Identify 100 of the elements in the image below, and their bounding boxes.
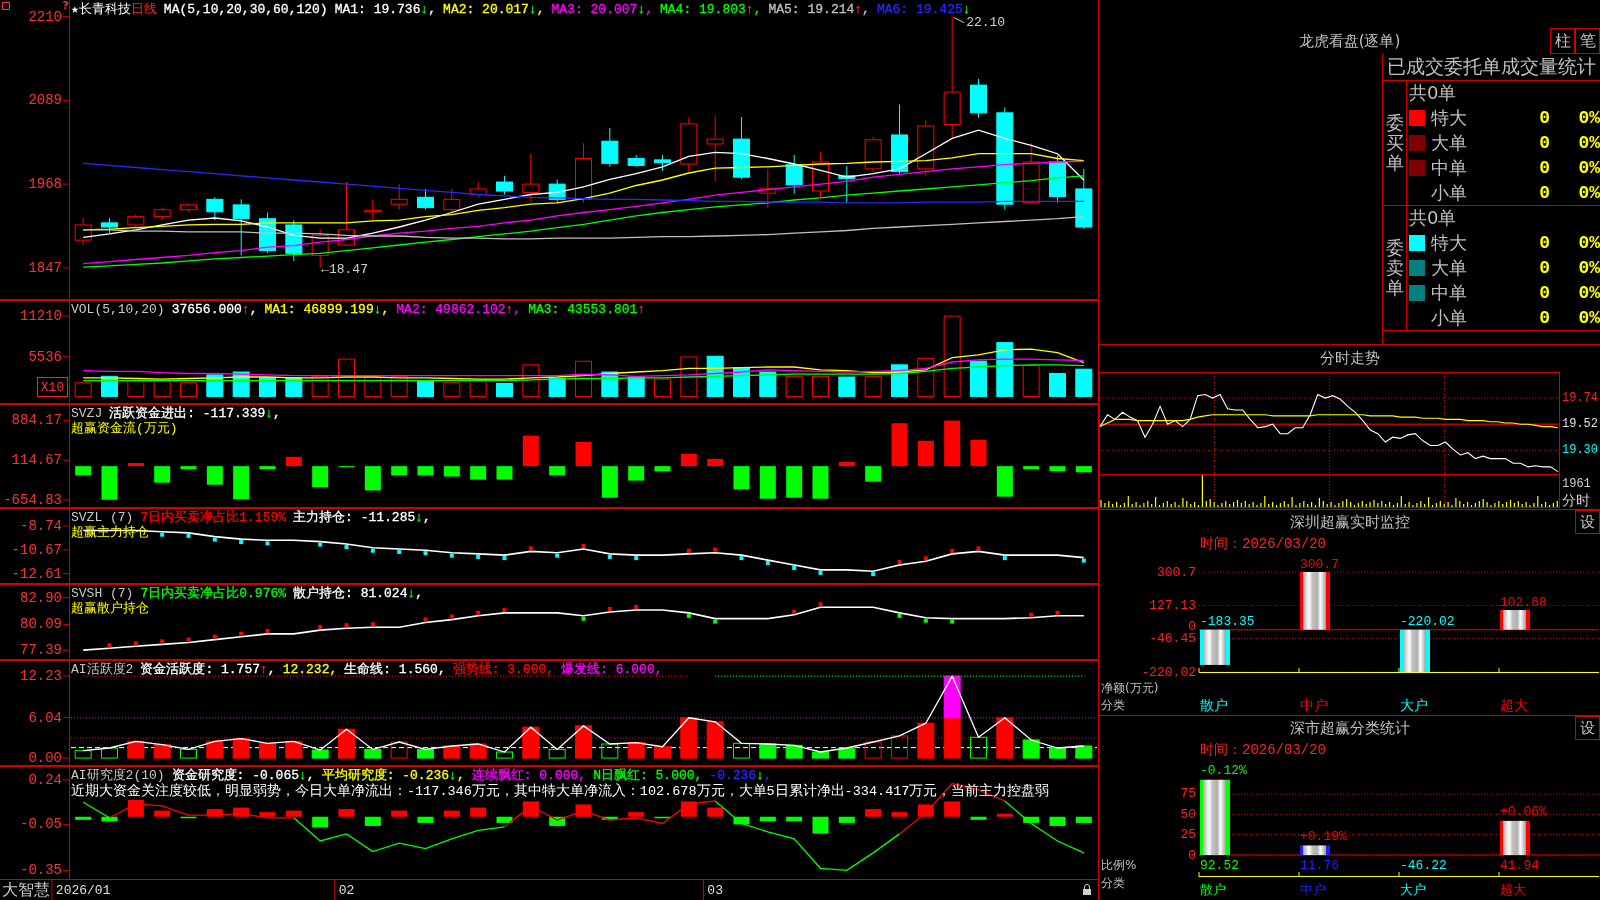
fund-flow-bar <box>996 466 1013 497</box>
fund-flow-bar <box>364 466 381 491</box>
activity-bar <box>496 751 513 759</box>
order-total: 共0单 <box>1409 81 1457 106</box>
volume-bar <box>496 383 513 397</box>
legend-text: 散户持仓: 81.024↓, <box>293 586 424 601</box>
volume-bar <box>364 375 382 397</box>
research-bar <box>891 812 908 817</box>
volume-bar <box>1049 372 1066 397</box>
order-size-label: 中单 <box>1431 280 1467 305</box>
value-label: 102.68 <box>1500 594 1547 610</box>
axis-label: 50 <box>1180 806 1196 822</box>
activity-bar <box>838 747 856 759</box>
research-bar <box>1075 816 1092 823</box>
axis-label: 2210 <box>28 8 62 25</box>
fund-flow-bar <box>180 466 197 470</box>
order-size-label: 特大 <box>1431 231 1467 256</box>
activity-bar <box>1075 745 1093 759</box>
panel-title: 龙虎看盘(逐单) <box>1298 32 1401 50</box>
change-marker <box>923 618 928 623</box>
activity-bar <box>601 743 619 759</box>
value-label: -46.22 <box>1400 857 1447 873</box>
period-label: 日线 <box>130 2 157 17</box>
candle <box>338 181 355 247</box>
order-share: 0% <box>1578 182 1600 203</box>
research-bar <box>127 799 144 817</box>
activity-bar <box>101 747 118 759</box>
fund-flow-bar <box>944 420 961 467</box>
settings-button[interactable]: 设 <box>1575 510 1600 534</box>
change-marker <box>792 566 797 570</box>
fund-flow-bar <box>1075 466 1092 473</box>
change-marker <box>1029 612 1034 617</box>
candle <box>680 117 698 172</box>
view-toggle-button[interactable]: 笔 <box>1575 28 1600 54</box>
change-marker <box>950 619 955 624</box>
volume-bar <box>970 360 987 397</box>
activity-bar <box>627 742 645 759</box>
change-marker <box>476 554 481 559</box>
settings-button[interactable]: 设 <box>1575 716 1600 740</box>
legend-text: 连续飘红: 0.000, <box>471 768 587 783</box>
order-size-label: 小单 <box>1431 180 1467 205</box>
volume-bar <box>338 358 355 397</box>
change-marker <box>871 572 876 577</box>
activity-bar <box>548 748 566 759</box>
change-marker <box>818 570 823 575</box>
activity-bar <box>259 742 276 759</box>
change-marker <box>186 637 191 642</box>
order-share: 0% <box>1578 282 1600 303</box>
change-marker <box>212 537 217 542</box>
legend-text: MA1: 19.736↓, <box>334 2 437 17</box>
research-bar <box>180 816 197 819</box>
activity-bar <box>311 749 329 759</box>
volume-bar <box>706 355 724 397</box>
fund-flow-bar <box>970 439 987 467</box>
indicator-name: AI研究度2(10) <box>71 768 165 783</box>
date-label: 2026/01 <box>55 882 111 898</box>
axis-label: -8.74 <box>20 518 62 534</box>
fund-flow-bar <box>259 466 276 470</box>
candle <box>101 217 118 234</box>
axis-label: 5536 <box>28 348 62 365</box>
volume-bar <box>575 360 592 397</box>
legend-text: 活跃资金进出: -117.339↓, <box>109 406 281 421</box>
brand-name: 大智慧 <box>2 880 50 900</box>
axis-label: 19.52 <box>1562 417 1598 432</box>
research-bar <box>285 810 302 817</box>
candle <box>891 104 908 175</box>
change-label: +0.19% <box>1300 828 1347 844</box>
change-marker <box>1055 610 1060 615</box>
order-count: 0 <box>1539 108 1550 129</box>
candle <box>654 154 671 172</box>
order-share: 0% <box>1578 307 1600 328</box>
research-bar <box>75 816 92 820</box>
candle <box>970 78 987 119</box>
volume-bar <box>180 382 197 397</box>
legend-text: MA6: 19.425↓ <box>876 2 971 17</box>
candle <box>496 175 513 195</box>
candle <box>917 119 935 177</box>
category-label: 超大 <box>1500 881 1526 897</box>
candle <box>469 181 487 198</box>
change-marker <box>344 623 349 628</box>
legend-text: 资金活跃度: 1.757↑, <box>140 662 276 677</box>
research-bar <box>233 807 250 817</box>
legend-text: -0.236↓, <box>709 768 772 783</box>
change-marker <box>923 556 928 561</box>
view-toggle-button[interactable]: 柱 <box>1550 28 1575 54</box>
fund-flow-bar <box>1023 466 1040 470</box>
volume-bar <box>1075 368 1093 397</box>
volume-bar <box>469 380 487 397</box>
research-bar <box>549 816 566 826</box>
candle <box>1049 155 1066 204</box>
order-count: 0 <box>1539 182 1550 203</box>
value-label: -220.02 <box>1400 614 1455 630</box>
change-marker <box>634 605 639 610</box>
order-size-label: 特大 <box>1431 106 1467 131</box>
indicator-name: AI活跃度2 <box>71 662 134 677</box>
legend-text: N日飘红: 5.000, <box>593 768 703 783</box>
activity-bar <box>74 750 92 759</box>
activity-bar <box>285 740 303 759</box>
change-marker <box>607 606 612 611</box>
activity-bar <box>1022 739 1040 759</box>
